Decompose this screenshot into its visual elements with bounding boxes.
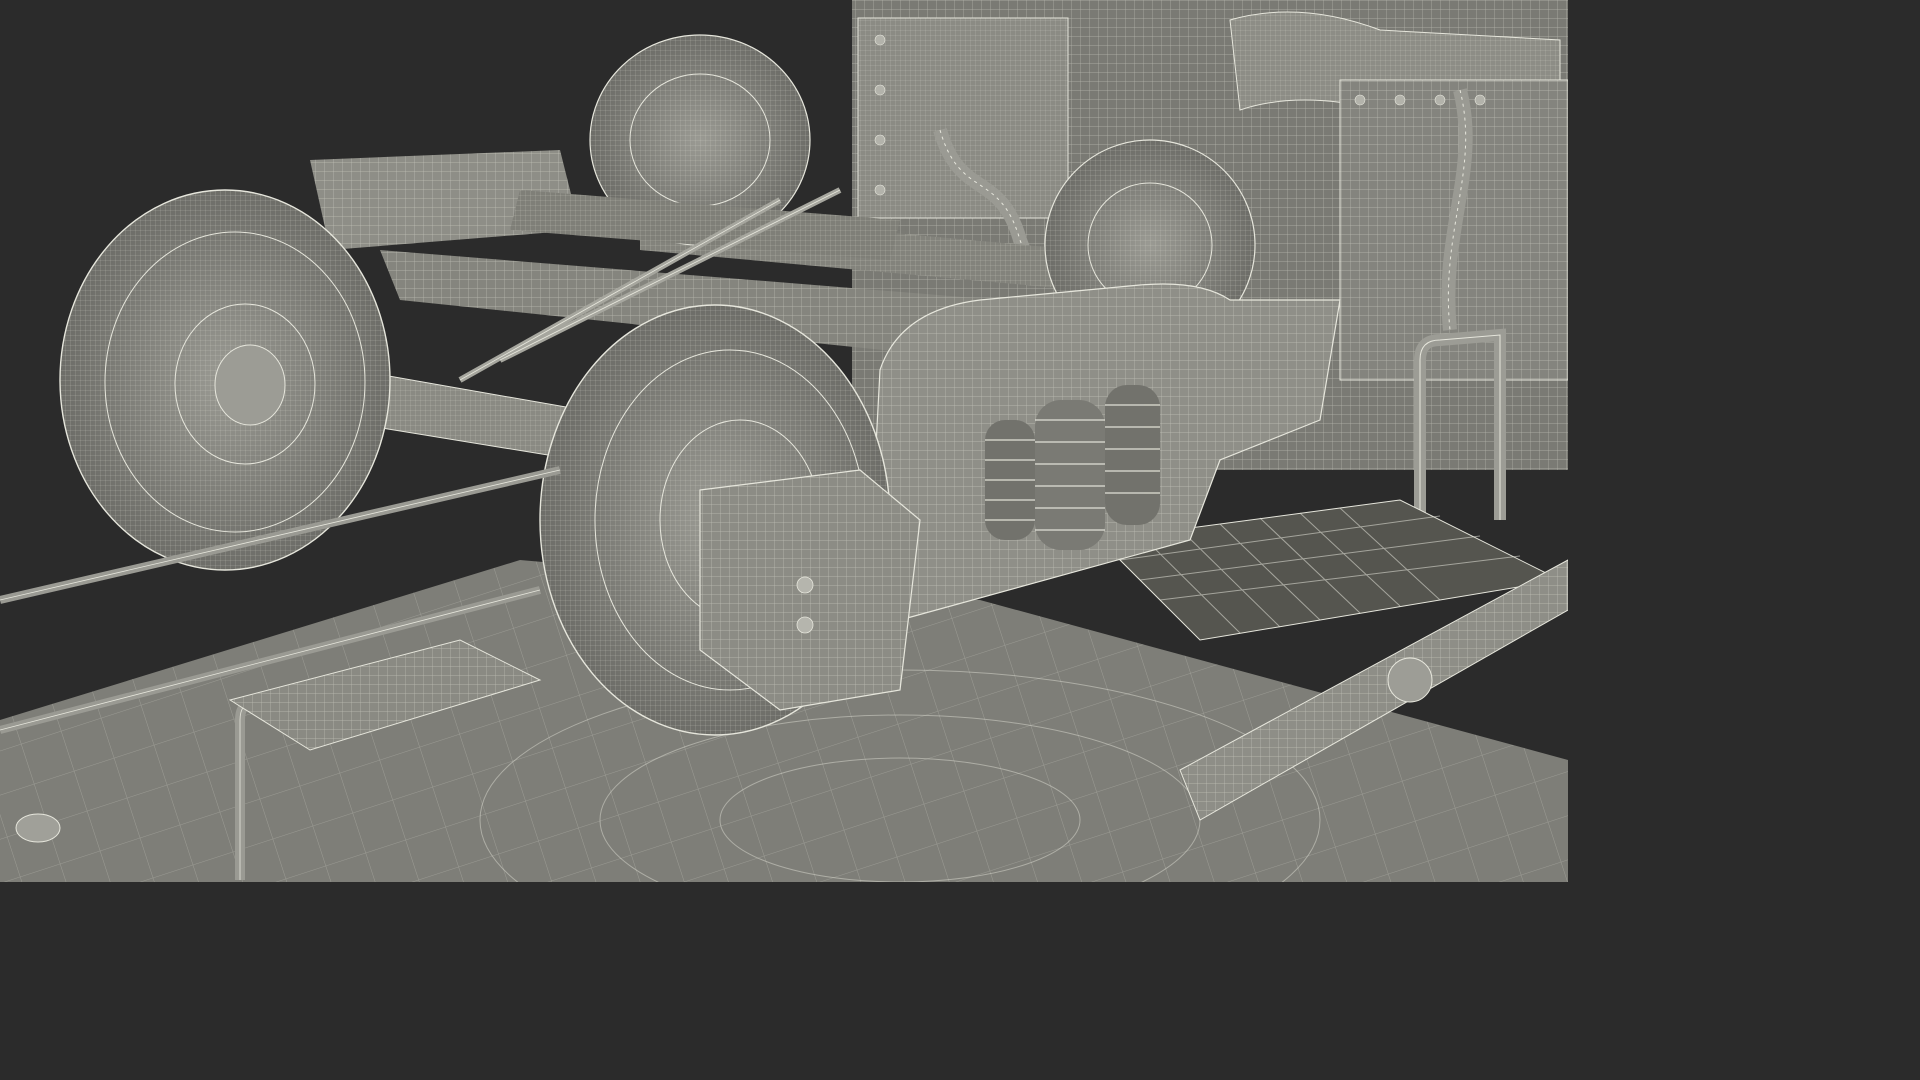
wireframe-render	[0, 0, 1568, 882]
render-viewport	[0, 0, 1568, 882]
front-left-wheel	[59, 189, 391, 571]
axle-journal-box	[699, 469, 921, 711]
